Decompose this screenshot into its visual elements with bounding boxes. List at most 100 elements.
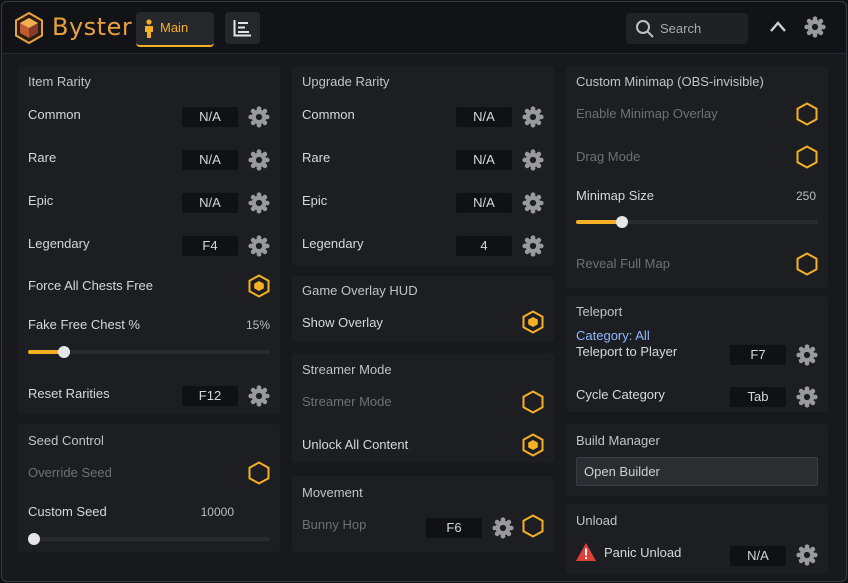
gear-icon[interactable] bbox=[248, 192, 270, 214]
upgrade-rarity-rare-key[interactable]: N/A bbox=[456, 150, 512, 170]
teleport-category-label: Category: All bbox=[576, 328, 650, 343]
chevron-up-icon[interactable] bbox=[768, 17, 788, 37]
upgrade-rarity-common-label: Common bbox=[302, 107, 355, 122]
slider-knob[interactable] bbox=[58, 346, 70, 358]
toggle-off-hexagon-icon[interactable] bbox=[796, 252, 818, 276]
reset-rarities-key[interactable]: F12 bbox=[182, 386, 238, 406]
movement-title: Movement bbox=[302, 485, 363, 500]
fake-free-chest-value: 15% bbox=[245, 318, 270, 332]
upgrade-rarity-legendary-key[interactable]: 4 bbox=[456, 236, 512, 256]
gear-icon[interactable] bbox=[522, 235, 544, 257]
tab-main-label: Main bbox=[160, 20, 189, 35]
streamer-mode-toggle-label: Streamer Mode bbox=[302, 394, 392, 409]
upgrade-rarity-common-key[interactable]: N/A bbox=[456, 107, 512, 127]
seed-control-card: Seed Control Override Seed Custom Seed 1… bbox=[18, 424, 280, 552]
gear-icon[interactable] bbox=[492, 517, 514, 539]
game-overlay-card: Game Overlay HUD Show Overlay bbox=[292, 276, 554, 342]
item-rarity-common-label: Common bbox=[28, 107, 81, 122]
upgrade-rarity-title: Upgrade Rarity bbox=[302, 74, 390, 89]
teleport-to-player-key[interactable]: F7 bbox=[730, 345, 786, 365]
upgrade-rarity-rare-label: Rare bbox=[302, 150, 331, 165]
custom-seed-slider[interactable] bbox=[28, 533, 270, 545]
title-bar: Byster Main bbox=[2, 2, 846, 54]
show-overlay-label: Show Overlay bbox=[302, 315, 383, 330]
unlock-all-content-label: Unlock All Content bbox=[302, 437, 409, 452]
custom-seed-value: 10000 bbox=[200, 505, 234, 519]
bunny-hop-key[interactable]: F6 bbox=[426, 518, 482, 538]
teleport-card: Teleport Category: All Teleport to Playe… bbox=[566, 296, 828, 412]
panic-unload-label: Panic Unload bbox=[604, 545, 682, 560]
byster-logo-icon bbox=[15, 12, 43, 44]
gear-icon[interactable] bbox=[248, 149, 270, 171]
cycle-category-key[interactable]: Tab bbox=[730, 387, 786, 407]
item-rarity-rare-key[interactable]: N/A bbox=[182, 150, 238, 170]
custom-minimap-card: Custom Minimap (OBS-invisible) Enable Mi… bbox=[566, 66, 828, 288]
minimap-size-label: Minimap Size bbox=[576, 188, 655, 203]
build-manager-title: Build Manager bbox=[576, 433, 660, 448]
bunny-hop-label: Bunny Hop bbox=[302, 517, 367, 532]
item-rarity-card: Item Rarity Common N/A Rare N/A Epic N/A… bbox=[18, 66, 280, 414]
item-rarity-epic-key[interactable]: N/A bbox=[182, 193, 238, 213]
minimap-size-value: 250 bbox=[795, 189, 816, 203]
unload-title: Unload bbox=[576, 513, 618, 528]
toggle-off-hexagon-icon[interactable] bbox=[522, 390, 544, 414]
search-box[interactable] bbox=[626, 13, 748, 44]
gear-icon[interactable] bbox=[796, 386, 818, 408]
slider-knob[interactable] bbox=[28, 533, 40, 545]
drag-mode-label: Drag Mode bbox=[576, 149, 641, 164]
app-title: Byster bbox=[52, 13, 133, 41]
item-rarity-title: Item Rarity bbox=[28, 74, 91, 89]
custom-seed-label: Custom Seed bbox=[28, 504, 107, 519]
fake-free-chest-label: Fake Free Chest % bbox=[28, 317, 140, 332]
tab-list-view[interactable] bbox=[225, 12, 260, 44]
slider-knob[interactable] bbox=[616, 216, 628, 228]
gear-icon[interactable] bbox=[522, 192, 544, 214]
toggle-off-hexagon-icon[interactable] bbox=[248, 461, 270, 485]
toggle-on-hexagon-icon[interactable] bbox=[248, 274, 270, 298]
unload-card: Unload Panic Unload N/A bbox=[566, 504, 828, 574]
warning-icon bbox=[576, 543, 596, 561]
tab-main[interactable]: Main bbox=[136, 12, 214, 47]
list-chart-icon bbox=[233, 20, 251, 37]
toggle-off-hexagon-icon[interactable] bbox=[796, 102, 818, 126]
gear-icon[interactable] bbox=[804, 16, 826, 38]
streamer-mode-title: Streamer Mode bbox=[302, 362, 392, 377]
seed-control-title: Seed Control bbox=[28, 433, 104, 448]
gear-icon[interactable] bbox=[248, 385, 270, 407]
person-icon bbox=[145, 19, 153, 38]
toggle-off-hexagon-icon[interactable] bbox=[796, 145, 818, 169]
upgrade-rarity-epic-key[interactable]: N/A bbox=[456, 193, 512, 213]
upgrade-rarity-epic-label: Epic bbox=[302, 193, 328, 208]
gear-icon[interactable] bbox=[248, 106, 270, 128]
item-rarity-legendary-label: Legendary bbox=[28, 236, 90, 251]
gear-icon[interactable] bbox=[522, 149, 544, 171]
gear-icon[interactable] bbox=[248, 235, 270, 257]
search-input[interactable] bbox=[660, 19, 744, 37]
teleport-to-player-label: Teleport to Player bbox=[576, 344, 678, 359]
item-rarity-common-key[interactable]: N/A bbox=[182, 107, 238, 127]
force-chests-free-label: Force All Chests Free bbox=[28, 278, 153, 293]
gear-icon[interactable] bbox=[522, 106, 544, 128]
cycle-category-label: Cycle Category bbox=[576, 387, 665, 402]
gear-icon[interactable] bbox=[796, 344, 818, 366]
toggle-on-hexagon-icon[interactable] bbox=[522, 310, 544, 334]
open-builder-button[interactable]: Open Builder bbox=[576, 457, 818, 486]
reset-rarities-label: Reset Rarities bbox=[28, 386, 110, 401]
reveal-full-map-label: Reveal Full Map bbox=[576, 256, 670, 271]
toggle-off-hexagon-icon[interactable] bbox=[522, 514, 544, 538]
item-rarity-epic-label: Epic bbox=[28, 193, 54, 208]
fake-free-chest-slider[interactable] bbox=[28, 346, 270, 358]
custom-minimap-title: Custom Minimap (OBS-invisible) bbox=[576, 74, 764, 89]
minimap-size-slider[interactable] bbox=[576, 216, 818, 228]
item-rarity-legendary-key[interactable]: F4 bbox=[182, 236, 238, 256]
build-manager-card: Build Manager Open Builder bbox=[566, 424, 828, 496]
game-overlay-title: Game Overlay HUD bbox=[302, 283, 418, 298]
teleport-title: Teleport bbox=[576, 304, 623, 319]
streamer-mode-card: Streamer Mode Streamer Mode Unlock All C… bbox=[292, 353, 554, 463]
panic-unload-key[interactable]: N/A bbox=[730, 546, 786, 566]
gear-icon[interactable] bbox=[796, 544, 818, 566]
toggle-on-hexagon-icon[interactable] bbox=[522, 433, 544, 457]
override-seed-label: Override Seed bbox=[28, 465, 112, 480]
search-icon bbox=[636, 20, 654, 38]
movement-card: Movement Bunny Hop F6 bbox=[292, 476, 554, 552]
